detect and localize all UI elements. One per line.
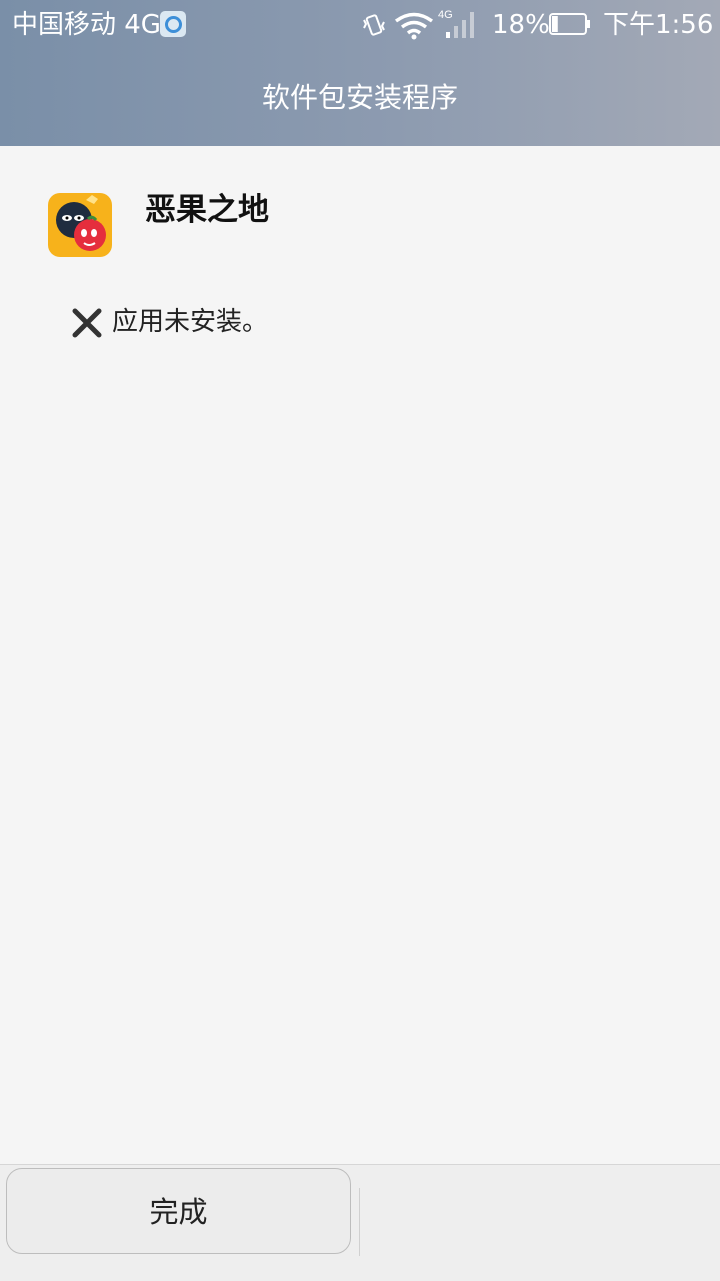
app-header-bar: 中国移动 4G 4G 18% 下午1:56 软件包安装程序: [0, 0, 720, 146]
main-content: [0, 146, 720, 1164]
clock: 下午1:56: [603, 10, 714, 40]
battery-fill: [552, 16, 558, 32]
app-icon: [48, 193, 112, 257]
install-failed-message: 应用未安装。: [112, 307, 269, 337]
cellular-signal-icon: 4G: [438, 9, 474, 38]
app-name: 恶果之地: [145, 192, 269, 228]
status-bar: 中国移动 4G 4G 18% 下午1:56: [0, 0, 720, 50]
battery-icon: [549, 13, 590, 35]
battery-percent: 18%: [492, 10, 550, 40]
page-title: 软件包安装程序: [261, 81, 458, 114]
wifi-icon: [394, 12, 434, 40]
button-divider: [359, 1188, 360, 1256]
carrier-label: 中国移动 4G: [12, 10, 161, 40]
network-type-label: 4G: [438, 9, 453, 21]
browser-notification-icon: [160, 11, 186, 37]
vibrate-icon: [363, 14, 385, 36]
done-button[interactable]: 完成: [6, 1168, 351, 1254]
close-icon: [72, 308, 102, 338]
